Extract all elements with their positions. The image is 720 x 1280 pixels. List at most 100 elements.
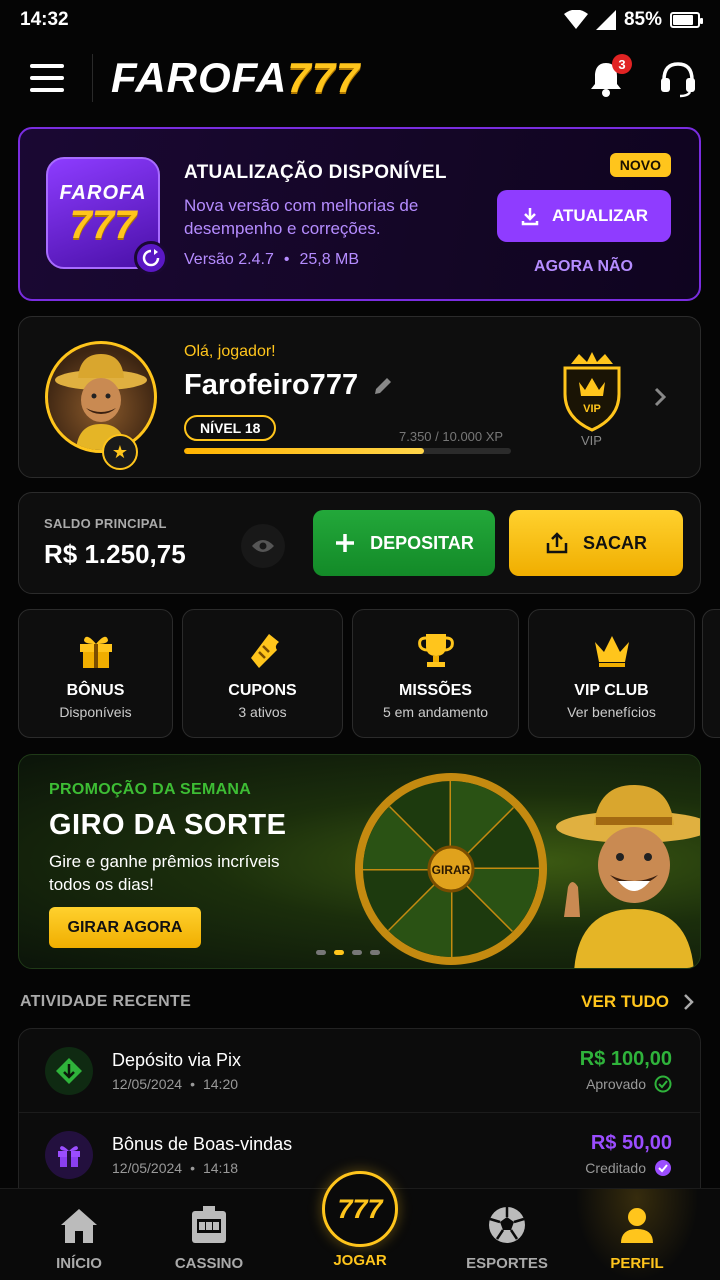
update-version: Versão 2.4.7 [184, 251, 274, 268]
carousel-dot[interactable] [316, 950, 326, 955]
activity-title: Bônus de Boas-vindas [112, 1134, 293, 1154]
pix-icon [45, 1047, 93, 1095]
vip-badge-text: VIP [583, 403, 601, 415]
dismiss-update-button[interactable]: AGORA NÃO [534, 258, 633, 276]
carousel-dot-active[interactable] [334, 950, 344, 955]
star-icon: ★ [102, 434, 138, 470]
withdraw-button[interactable]: SACAR [509, 510, 683, 576]
xp-progress-bar [184, 448, 511, 454]
hamburger-menu-icon[interactable] [20, 50, 76, 106]
activity-row[interactable]: Depósito via Pix 12/05/2024 • 14:20 R$ 100… [19, 1029, 700, 1113]
carousel-dot[interactable] [370, 950, 380, 955]
carousel-dots[interactable] [316, 950, 380, 955]
notification-badge: 3 [612, 54, 632, 74]
tile-title: CUPONS [228, 682, 297, 699]
promo-banner[interactable]: PROMOÇÃO DA SEMANA GIRO DA SORTE Gire e … [18, 754, 701, 969]
nav-casino[interactable]: CASSINO [144, 1189, 274, 1280]
notifications-button[interactable]: 3 [584, 54, 632, 100]
nav-label: PERFIL [610, 1255, 664, 1272]
tile-vip-club[interactable]: VIP CLUB Ver benefícios [528, 609, 695, 738]
promo-description: Gire e ganhe prêmios incríveis todos os … [49, 852, 280, 894]
chevron-right-icon[interactable] [650, 385, 670, 409]
xp-progress-fill [184, 448, 425, 454]
app-icon: FAROFA 777 [46, 157, 168, 275]
update-button[interactable]: ATUALIZAR [497, 190, 671, 242]
status-icons: 85% [563, 9, 703, 31]
update-size: 25,8 MB [299, 251, 360, 268]
carousel-dot[interactable] [352, 950, 362, 955]
check-circle-icon [654, 1075, 672, 1093]
nav-label: INÍCIO [56, 1255, 102, 1272]
see-all-label: VER TUDO [581, 992, 669, 1011]
gift-icon [79, 636, 112, 668]
vip-shield-icon: VIP [563, 352, 621, 432]
balance-value: R$ 1.250,75 [44, 539, 186, 569]
edit-pencil-icon[interactable] [372, 375, 394, 397]
activity-date: 12/05/2024 • 14:18 [112, 1160, 239, 1176]
balance-card: SALDO PRINCIPAL R$ 1.250,75 DEPOSITAR SA… [18, 492, 701, 594]
battery-icon [670, 12, 703, 28]
update-title: ATUALIZAÇÃO DISPONÍVEL [184, 162, 447, 183]
nav-label: ESPORTES [466, 1255, 548, 1272]
activity-status: Aprovado [586, 1075, 672, 1093]
status-time: 14:32 [20, 9, 69, 30]
tile-next-peek[interactable] [702, 609, 720, 738]
nav-sports[interactable]: ESPORTES [442, 1189, 572, 1280]
tile-subtitle: 3 ativos [238, 704, 287, 720]
app-header: FAROFA 777 3 [0, 42, 720, 114]
update-button-label: ATUALIZAR [552, 206, 648, 225]
tile-missions[interactable]: MISSÕES 5 em andamento [352, 609, 519, 738]
crown-icon [594, 636, 629, 667]
tile-bonus[interactable]: BÔNUS Disponíveis [18, 609, 173, 738]
nav-home[interactable]: INÍCIO [14, 1189, 144, 1280]
tile-title: BÔNUS [66, 682, 125, 699]
deposit-label: DEPOSITAR [370, 532, 474, 553]
wheel-center-label: GIRAR [432, 863, 471, 877]
activity-amount: R$ 50,00 [590, 1132, 672, 1154]
tile-subtitle: 5 em andamento [382, 704, 489, 720]
app-icon-word: FAROFA [59, 181, 147, 204]
ticket-icon [250, 634, 279, 668]
see-all-link[interactable]: VER TUDO [581, 992, 695, 1012]
activity-date: 12/05/2024 • 14:20 [112, 1076, 239, 1092]
profile-card[interactable]: ★ Olá, jogador! Farofeiro777 NÍVEL 18 7.… [18, 316, 701, 478]
activity-title: Depósito via Pix [112, 1050, 242, 1070]
greeting: Olá, jogador! [184, 343, 276, 360]
toggle-balance-visibility-button[interactable] [241, 524, 285, 568]
status-bar: 14:32 85% [0, 0, 720, 40]
eye-icon [252, 540, 274, 552]
download-icon [521, 208, 539, 226]
battery-percent: 85% [623, 9, 662, 30]
withdraw-icon [546, 532, 568, 554]
username-row: Farofeiro777 [184, 369, 394, 402]
recent-activity-title: ATIVIDADE RECENTE [20, 993, 192, 1010]
deposit-button[interactable]: DEPOSITAR [313, 510, 495, 576]
prize-wheel-image: GIRAR [355, 773, 547, 965]
mascot-character-image [556, 785, 700, 968]
refresh-icon [134, 241, 168, 275]
support-headset-icon[interactable] [656, 56, 700, 100]
nav-profile[interactable]: PERFIL [572, 1189, 702, 1280]
activity-status: Creditado [585, 1159, 672, 1177]
plus-icon [336, 534, 355, 552]
chevron-right-icon [684, 994, 694, 1010]
update-description: Nova versão com melhorias de desempenho … [184, 196, 419, 238]
update-meta: Versão 2.4.7 • 25,8 MB [184, 251, 360, 268]
logo-number: 777 [287, 54, 361, 101]
gift-icon [45, 1131, 93, 1179]
vip-label: VIP [581, 433, 602, 448]
app-logo: FAROFA 777 [111, 54, 360, 102]
trophy-icon [417, 634, 454, 667]
tile-coupons[interactable]: CUPONS 3 ativos [182, 609, 343, 738]
username: Farofeiro777 [184, 369, 359, 401]
promo-kicker: PROMOÇÃO DA SEMANA [49, 781, 252, 798]
tile-title: MISSÕES [399, 682, 472, 699]
header-divider [92, 54, 93, 102]
wifi-icon [563, 10, 588, 29]
logo-word: FAROFA [111, 54, 288, 101]
withdraw-label: SACAR [582, 532, 647, 553]
play-button[interactable]: 777 [322, 1171, 398, 1247]
app-icon-number: 777 [69, 202, 137, 247]
level-badge: NÍVEL 18 [184, 415, 277, 441]
spin-now-button[interactable]: GIRAR AGORA [49, 907, 201, 948]
